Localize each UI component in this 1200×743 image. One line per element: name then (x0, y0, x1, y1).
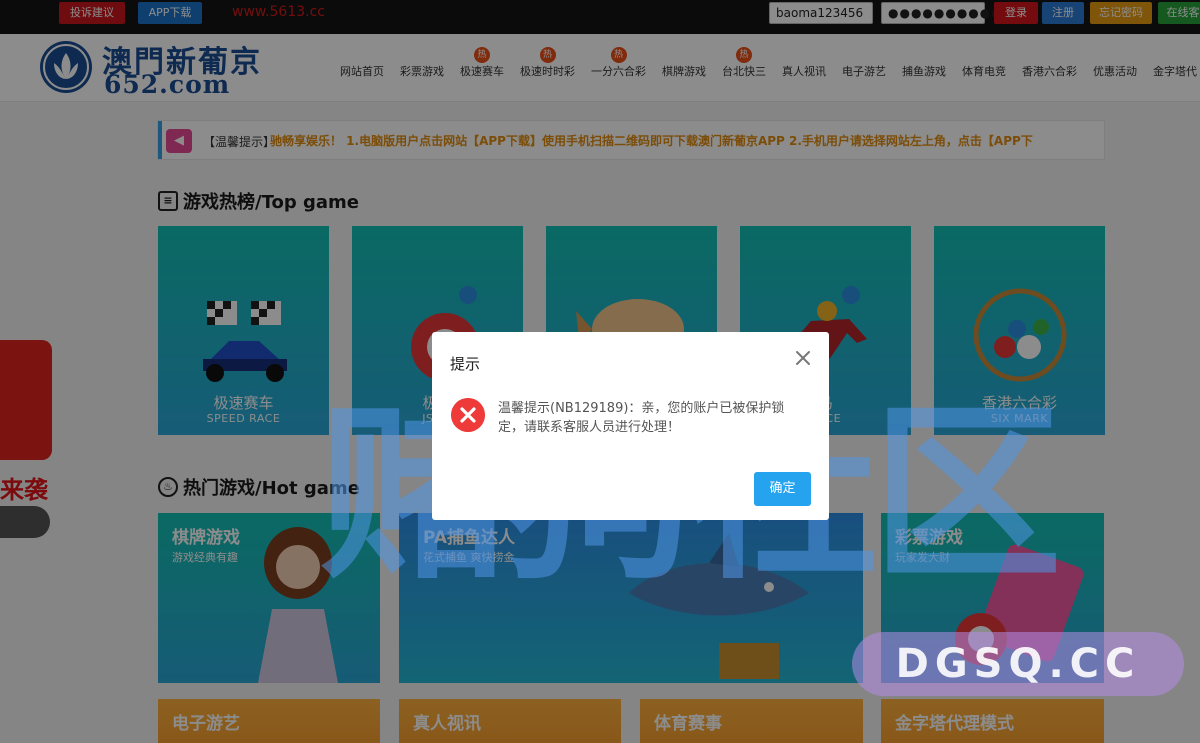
dialog-message: 温馨提示(NB129189)：亲，您的账户已被保护锁定，请联系客服人员进行处理！ (498, 401, 785, 435)
close-icon[interactable] (794, 349, 812, 367)
confirm-button[interactable]: 确定 (754, 472, 811, 506)
error-icon (451, 398, 485, 432)
watermark-domain: DGSQ.CC (852, 632, 1184, 696)
alert-dialog: 提示 温馨提示(NB129189)：亲，您的账户已被保护锁定，请联系客服人员进行… (432, 332, 829, 520)
dialog-title: 提示 (450, 355, 481, 373)
